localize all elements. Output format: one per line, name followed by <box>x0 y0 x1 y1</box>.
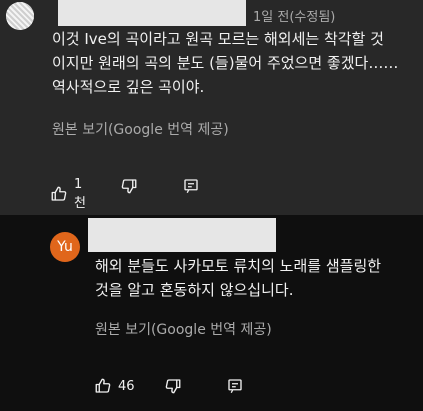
like-count: 1천 <box>74 177 86 211</box>
comment: 1일 전(수정됨) 이것 Ive의 곡이라고 원곡 모르는 해외세는 착각할 것… <box>0 0 423 215</box>
reply-button[interactable] <box>226 377 244 395</box>
reply-icon <box>182 177 200 195</box>
dislike-button[interactable] <box>164 377 182 395</box>
thumbs-down-icon <box>120 177 138 195</box>
avatar[interactable] <box>6 2 34 30</box>
like-button[interactable]: 46 <box>94 377 135 395</box>
reply-button[interactable] <box>182 177 200 195</box>
comment-line: 해외 분들도 사카모토 류치의 노래를 샘플링한 <box>95 257 382 275</box>
view-original-link[interactable]: 원본 보기(Google 번역 제공) <box>95 319 272 339</box>
comment-line: 이지만 원래의 곡의 분도 (들)물어 주었으면 좋겠다…… <box>52 54 399 72</box>
reply-icon <box>226 377 244 395</box>
view-original-link[interactable]: 원본 보기(Google 번역 제공) <box>52 119 229 139</box>
dislike-button[interactable] <box>120 177 138 195</box>
comment-text: 해외 분들도 사카모토 류치의 노래를 샘플링한 것을 알고 혼동하지 않으십니… <box>95 254 381 302</box>
thumbs-up-icon <box>50 185 68 203</box>
comment-line: 역사적으로 깊은 곡이야. <box>52 78 205 96</box>
comment-timestamp: 1일 전(수정됨) <box>253 10 336 25</box>
author-name-redacted <box>58 0 246 26</box>
comment-line: 이것 Ive의 곡이라고 원곡 모르는 해외세는 착각할 것 <box>52 30 384 48</box>
thumbs-up-icon <box>94 377 112 395</box>
comment-text: 이것 Ive의 곡이라고 원곡 모르는 해외세는 착각할 것 이지만 원래의 곡… <box>52 27 398 99</box>
comment-line: 것을 알고 혼동하지 않으십니다. <box>95 281 294 299</box>
like-button[interactable]: 1천 <box>50 177 86 211</box>
avatar[interactable]: Yu <box>50 232 80 262</box>
author-name-redacted <box>88 218 276 252</box>
like-count: 46 <box>118 378 135 394</box>
thumbs-down-icon <box>164 377 182 395</box>
comment: Yu 해외 분들도 사카모토 류치의 노래를 샘플링한 것을 알고 혼동하지 않… <box>0 215 423 411</box>
